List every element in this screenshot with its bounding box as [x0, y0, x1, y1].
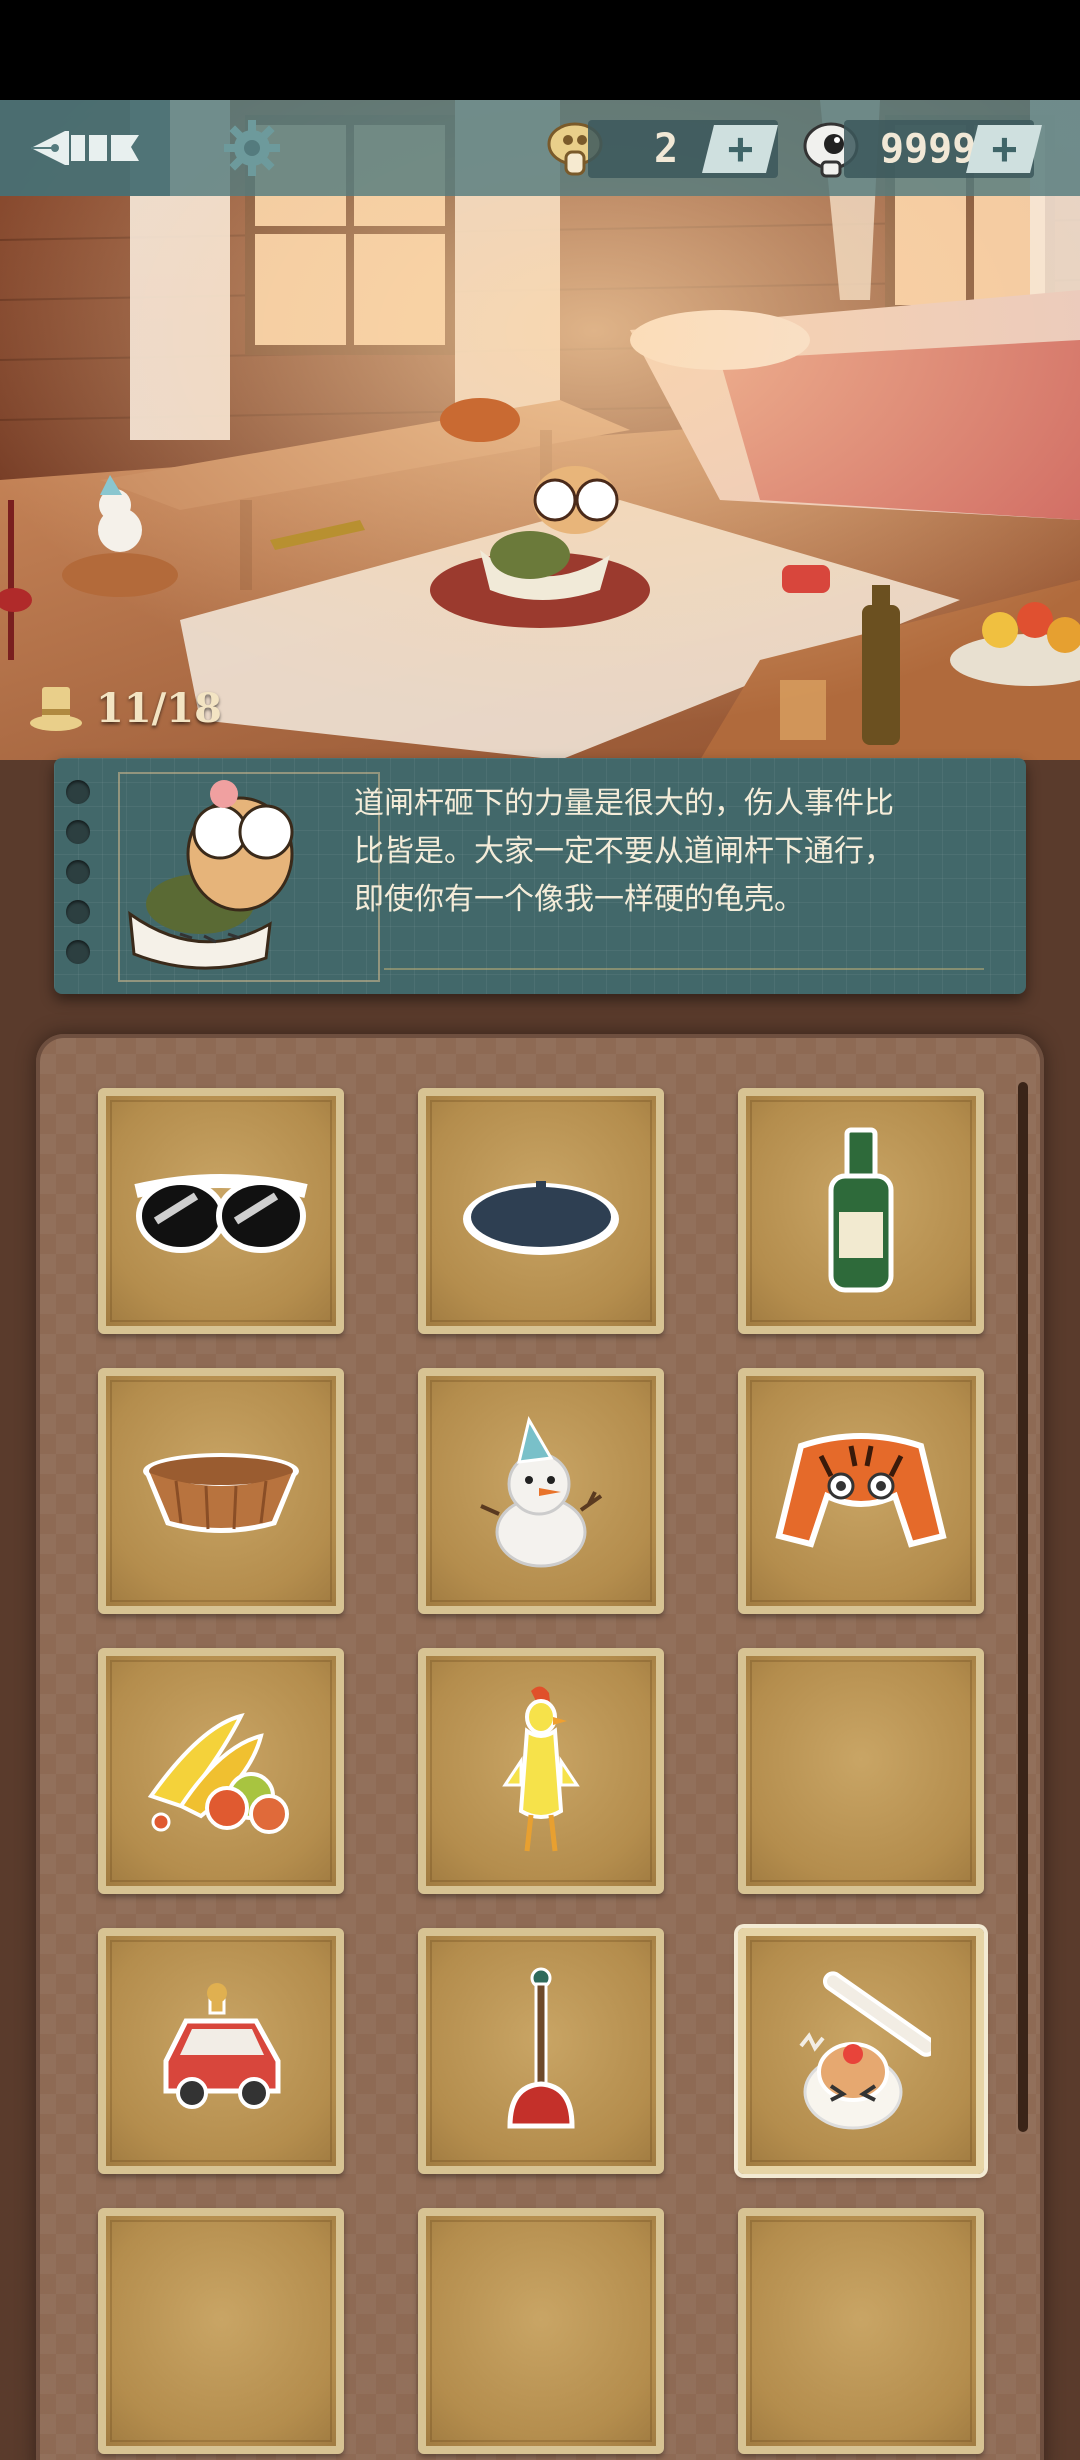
notebook-hole — [66, 860, 90, 884]
eyeball-counter: 9999 + — [844, 120, 1042, 178]
inventory-slot-basket[interactable] — [98, 1368, 344, 1614]
mushroom-count: 2 — [654, 126, 679, 172]
notebook-hole — [66, 820, 90, 844]
basket-icon — [143, 1453, 299, 1533]
collection-progress: 11/18 — [28, 680, 222, 736]
gear-icon — [224, 120, 280, 176]
add-eyeball-button[interactable]: + — [966, 123, 1042, 175]
hit-turtle-icon — [799, 1971, 931, 2130]
inventory-slot-toy-car[interactable] — [98, 1928, 344, 2174]
notebook-hole — [66, 780, 90, 804]
top-hat-icon — [30, 687, 82, 731]
sunglasses-icon — [134, 1174, 308, 1253]
game-screen: 2 + 9999 + 11/18 道闸杆砸下的力量是很大的，伤人事件比比皆是。大… — [0, 0, 1080, 2460]
inventory-slot-empty[interactable] — [98, 2208, 344, 2454]
inventory-slot-hit-turtle[interactable] — [738, 1928, 984, 2174]
notebook-holes — [66, 780, 90, 964]
dialog-text: 道闸杆砸下的力量是很大的，伤人事件比比皆是。大家一定不要从道闸杆下通行，即使你有… — [354, 786, 894, 917]
green-bottle-icon — [828, 1127, 894, 1293]
plunger-icon — [507, 1967, 575, 2129]
snowman-icon — [480, 1415, 603, 1568]
inventory-slot-plunger[interactable] — [418, 1928, 664, 2174]
beret-icon — [463, 1181, 619, 1255]
room-scene[interactable] — [0, 100, 1080, 760]
inventory-slot-rubber-chicken[interactable] — [418, 1648, 664, 1894]
plus-icon: + — [726, 123, 754, 175]
mushroom-counter: 2 + — [588, 120, 778, 178]
toy-car-icon — [163, 1983, 281, 2109]
back-button[interactable] — [0, 100, 170, 196]
inventory-slot-beret[interactable] — [418, 1088, 664, 1334]
inventory-slot-fruits[interactable] — [98, 1648, 344, 1894]
tiger-hat-icon — [775, 1433, 947, 1548]
rubber-chicken-icon — [502, 1686, 580, 1852]
inventory-slot-green-bottle[interactable] — [738, 1088, 984, 1334]
inventory-slot-empty[interactable] — [738, 2208, 984, 2454]
dialog-underline — [384, 968, 984, 970]
inventory-slot-tiger-hat[interactable] — [738, 1368, 984, 1614]
settings-button[interactable] — [220, 116, 284, 180]
eyeball-count: 9999 — [880, 126, 977, 172]
notebook-hole — [66, 900, 90, 924]
inventory-slot-snowman[interactable] — [418, 1368, 664, 1614]
inventory-slot-empty[interactable] — [738, 1648, 984, 1894]
plus-icon: + — [990, 123, 1018, 175]
inventory-scrollbar[interactable] — [1018, 1082, 1028, 2132]
notebook-hole — [66, 940, 90, 964]
inventory-slot-empty[interactable] — [418, 2208, 664, 2454]
turtle-portrait — [118, 772, 380, 982]
add-mushroom-button[interactable]: + — [702, 123, 778, 175]
fruits-icon — [147, 1713, 289, 1834]
pen-nib-back-icon — [31, 131, 139, 165]
hint-dialog: 道闸杆砸下的力量是很大的，伤人事件比比皆是。大家一定不要从道闸杆下通行，即使你有… — [54, 758, 1026, 994]
inventory-slot-sunglasses[interactable] — [98, 1088, 344, 1334]
progress-text: 11/18 — [96, 684, 222, 732]
status-bar — [0, 0, 1080, 100]
